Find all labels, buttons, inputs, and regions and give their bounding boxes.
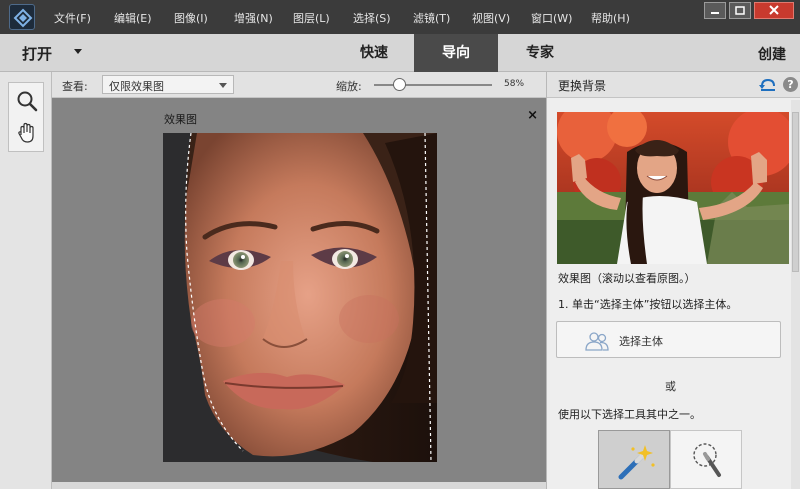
view-select[interactable]: 仅限效果图	[102, 75, 234, 94]
use-tools-instruction: 使用以下选择工具其中之一。	[558, 408, 701, 421]
step-1-instruction: 1. 单击“选择主体”按钮以选择主体。	[558, 298, 738, 311]
canvas-close-icon[interactable]: ×	[527, 108, 538, 123]
create-button[interactable]: 创建	[758, 44, 786, 64]
mode-bar: 打开 快速 导向 专家 创建	[0, 34, 800, 72]
status-strip	[52, 482, 546, 489]
view-label: 查看:	[62, 80, 88, 93]
scrollbar-thumb[interactable]	[792, 112, 799, 272]
menu-bar: 文件(F) 编辑(E) 图像(I) 增强(N) 图层(L) 选择(S) 滤镜(T…	[0, 0, 800, 34]
menu-file[interactable]: 文件(F)	[54, 10, 91, 26]
app-logo	[9, 4, 35, 30]
tab-expert[interactable]: 专家	[502, 34, 578, 72]
portrait-image	[163, 133, 437, 462]
view-select-value: 仅限效果图	[109, 80, 164, 93]
chevron-down-icon[interactable]	[74, 49, 82, 54]
magic-wand-icon	[618, 445, 655, 480]
select-subject-label: 选择主体	[619, 335, 663, 348]
quick-selection-tool-button[interactable]	[670, 430, 742, 489]
people-icon	[583, 330, 611, 352]
view-options-bar: 查看: 仅限效果图 缩放: 58%	[52, 72, 546, 98]
panel-header: 更换背景 ?	[547, 72, 800, 98]
hand-icon[interactable]	[13, 119, 41, 147]
zoom-value: 58%	[504, 79, 525, 89]
menu-image[interactable]: 图像(I)	[174, 10, 208, 26]
tool-panel	[0, 72, 52, 489]
chevron-down-icon	[219, 83, 227, 88]
menu-enhance[interactable]: 增强(N)	[234, 10, 273, 26]
restore-icon[interactable]	[729, 2, 751, 19]
close-icon[interactable]	[754, 2, 794, 19]
help-icon[interactable]: ?	[783, 77, 798, 92]
zoom-slider[interactable]	[374, 84, 492, 86]
or-text: 或	[665, 380, 676, 393]
zoom-slider-thumb[interactable]	[393, 78, 407, 91]
quick-selection-icon	[693, 443, 721, 477]
preview-caption: 效果图（滚动以查看原图。）	[558, 272, 696, 285]
tab-quick[interactable]: 快速	[338, 34, 410, 72]
canvas-label: 效果图	[164, 113, 197, 126]
menu-window[interactable]: 窗口(W)	[531, 10, 572, 26]
reset-icon[interactable]	[759, 77, 777, 93]
select-subject-button[interactable]: 选择主体	[556, 321, 781, 358]
menu-help[interactable]: 帮助(H)	[591, 10, 630, 26]
edited-photo[interactable]	[163, 133, 437, 462]
app-window: 文件(F) 编辑(E) 图像(I) 增强(N) 图层(L) 选择(S) 滤镜(T…	[0, 0, 800, 489]
menu-edit[interactable]: 编辑(E)	[114, 10, 152, 26]
tab-guided[interactable]: 导向	[414, 34, 498, 72]
zoom-label: 缩放:	[336, 80, 362, 93]
canvas-area: 效果图 ×	[52, 98, 546, 482]
zoom-icon[interactable]	[13, 87, 41, 115]
open-button[interactable]: 打开	[22, 43, 52, 64]
guided-panel: 更换背景 ? 效果图（滚动以查看原图。） 1. 单击“选择主体”按钮以选择主体。…	[546, 72, 800, 489]
preview-image	[557, 112, 789, 264]
menu-filter[interactable]: 滤镜(T)	[413, 10, 450, 26]
menu-select[interactable]: 选择(S)	[353, 10, 391, 26]
magic-wand-tool-button[interactable]	[598, 430, 670, 489]
menu-layer[interactable]: 图层(L)	[293, 10, 330, 26]
toolbox	[8, 82, 44, 152]
panel-title: 更换背景	[558, 79, 607, 93]
menu-view[interactable]: 视图(V)	[472, 10, 510, 26]
minimize-icon[interactable]	[704, 2, 726, 19]
panel-scrollbar[interactable]	[791, 100, 800, 489]
